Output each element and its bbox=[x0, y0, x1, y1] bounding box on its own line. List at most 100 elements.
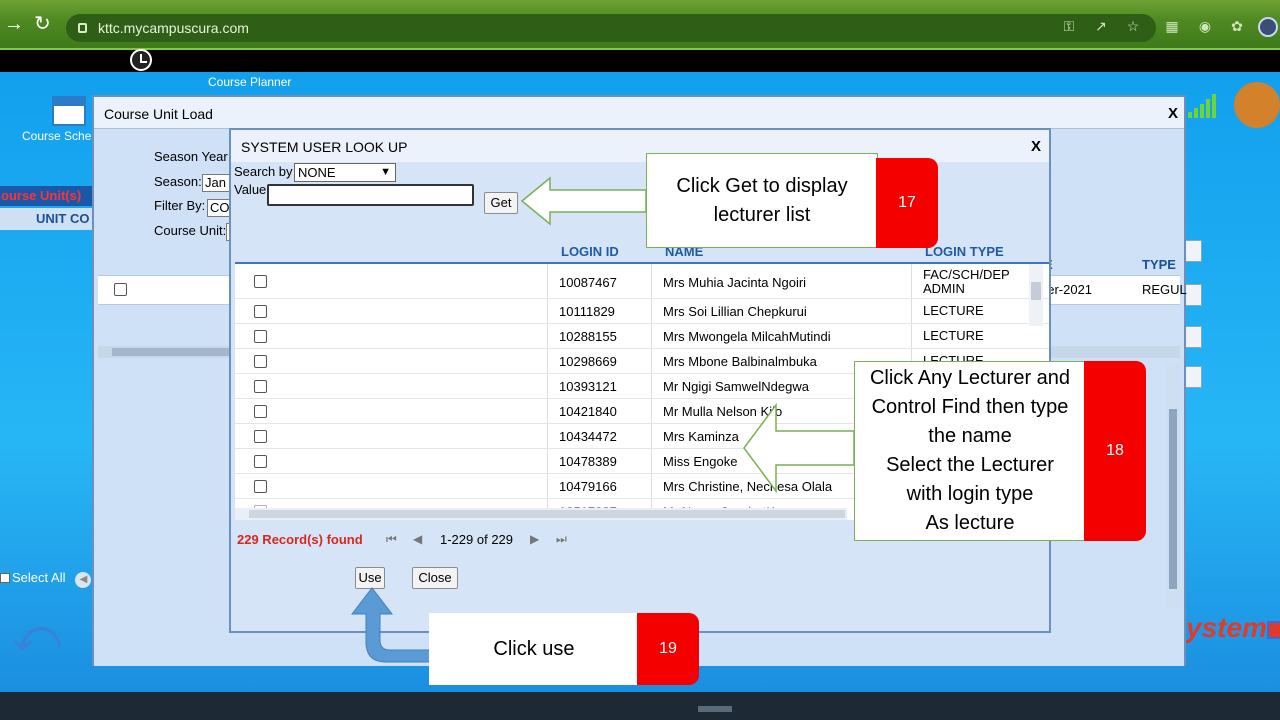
callout-18-line: Control Find then type bbox=[871, 396, 1069, 418]
row-checkbox[interactable] bbox=[254, 355, 267, 368]
login-type-cell: LECTURE bbox=[923, 328, 984, 343]
clock-icon[interactable] bbox=[130, 49, 152, 71]
course-unit-load-titlebar: Course Unit Load X bbox=[94, 97, 1184, 129]
course-unit-load-close-button[interactable]: X bbox=[1168, 105, 1178, 122]
arrow-left-icon bbox=[520, 176, 647, 226]
name-cell: Mrs Soi Lillian Chepkurui bbox=[663, 304, 807, 319]
step-badge-17: 17 bbox=[876, 158, 938, 248]
vertical-scrollbar[interactable] bbox=[1166, 363, 1180, 609]
login-type-line2: ADMIN bbox=[923, 281, 965, 296]
callout-step-19: Click use bbox=[429, 613, 639, 685]
row-checkbox[interactable] bbox=[254, 480, 267, 493]
season-label: Season: bbox=[154, 174, 202, 189]
row-type-cell: REGUL bbox=[1142, 282, 1187, 297]
login-id-cell: 10478389 bbox=[559, 454, 617, 469]
select-all-checkbox[interactable] bbox=[0, 573, 10, 583]
document-icon[interactable] bbox=[1184, 240, 1202, 262]
name-cell: Mrs Kaminza bbox=[663, 429, 739, 444]
callout-18-line: As lecture bbox=[925, 512, 1015, 534]
share-icon[interactable]: ↗ bbox=[1093, 18, 1109, 34]
name-cell: Mr Ngigi SamwelNdegwa bbox=[663, 379, 809, 394]
course-schedule-label[interactable]: Course Sche bbox=[22, 129, 91, 143]
browser-toolbar: → ↻ kttc.mycampuscura.com ⚿ ↗ ☆ ▦ ◉ ✿ bbox=[0, 0, 1280, 48]
table-row[interactable]: 10111829 Mrs Soi Lillian Chepkurui LECTU… bbox=[235, 299, 1049, 324]
login-id-cell: 10393121 bbox=[559, 379, 617, 394]
login-id-cell: 10298669 bbox=[559, 354, 617, 369]
reload-icon[interactable]: ↻ bbox=[34, 14, 51, 34]
chevron-down-icon: ▼ bbox=[380, 166, 391, 178]
prev-page-icon[interactable]: ◀ bbox=[413, 532, 422, 546]
name-cell: Miss Engoke bbox=[663, 454, 738, 469]
star-icon[interactable]: ☆ bbox=[1125, 18, 1141, 34]
first-page-icon[interactable]: ⏮ bbox=[386, 532, 397, 547]
login-id-cell: 10421840 bbox=[559, 404, 617, 419]
system-logo: ystem bbox=[1186, 612, 1280, 644]
column-header-type: TYPE bbox=[1142, 257, 1176, 272]
row-checkbox[interactable] bbox=[254, 430, 267, 443]
callout-17-line2: lecturer list bbox=[713, 204, 811, 226]
next-page-icon[interactable]: ▶ bbox=[530, 532, 539, 546]
season-select[interactable]: Jan bbox=[202, 174, 232, 192]
profile-avatar[interactable] bbox=[1258, 17, 1278, 37]
row-checkbox[interactable] bbox=[254, 305, 267, 318]
grid-horizontal-scrollbar[interactable] bbox=[235, 508, 847, 520]
address-bar[interactable]: kttc.mycampuscura.com bbox=[66, 14, 1156, 42]
lookup-close-icon[interactable]: X bbox=[1031, 138, 1041, 155]
page-range: 1-229 of 229 bbox=[440, 532, 514, 547]
name-cell: Mrs Mbone Balbinalmbuka bbox=[663, 354, 817, 369]
login-id-cell: 10087467 bbox=[559, 275, 617, 290]
row-checkbox[interactable] bbox=[254, 380, 267, 393]
column-header-login-type: LOGIN TYPE bbox=[925, 244, 1004, 259]
tab-search-icon[interactable]: ▦ bbox=[1164, 18, 1180, 34]
search-by-value: NONE bbox=[298, 165, 336, 180]
row-checkbox[interactable] bbox=[254, 330, 267, 343]
calendar-icon[interactable] bbox=[52, 96, 86, 126]
step-badge-19: 19 bbox=[637, 613, 699, 685]
select-all[interactable]: Select All ◀ bbox=[0, 570, 92, 588]
name-cell: Mrs Mwongela MilcahMutindi bbox=[663, 329, 831, 344]
search-by-label: Search by bbox=[234, 164, 293, 179]
back-arrow-icon[interactable]: ⤺ bbox=[12, 612, 61, 658]
row-checkbox[interactable] bbox=[114, 283, 127, 296]
login-id-cell: 10434472 bbox=[559, 429, 617, 444]
key-icon[interactable]: ⚿ bbox=[1061, 18, 1077, 34]
last-page-icon[interactable]: ⏭ bbox=[556, 532, 567, 547]
table-row[interactable]: 10087467 Mrs Muhia Jacinta Ngoiri FAC/SC… bbox=[235, 264, 1049, 299]
step-badge-18: 18 bbox=[1084, 361, 1146, 541]
callout-18-line: Select the Lecturer bbox=[886, 454, 1054, 476]
table-row[interactable]: 10288155 Mrs Mwongela MilcahMutindi LECT… bbox=[235, 324, 1049, 349]
course-planner-label[interactable]: Course Planner bbox=[208, 75, 291, 89]
search-by-select[interactable]: NONE ▼ bbox=[294, 163, 396, 182]
value-input[interactable] bbox=[267, 184, 474, 206]
callout-18-line: Click Any Lecturer and bbox=[869, 367, 1071, 389]
records-found: 229 Record(s) found bbox=[237, 532, 363, 547]
row-checkbox[interactable] bbox=[254, 275, 267, 288]
column-header-login-id: LOGIN ID bbox=[561, 244, 619, 259]
get-button[interactable]: Get bbox=[484, 192, 518, 214]
document-icon[interactable] bbox=[1184, 366, 1202, 388]
lookup-title: SYSTEM USER LOOK UP bbox=[241, 139, 408, 155]
login-type-cell: FAC/SCH/DEP ADMIN bbox=[923, 268, 1010, 296]
arrow-up-icon bbox=[350, 587, 431, 663]
course-unit-label: Course Unit: bbox=[154, 223, 227, 238]
row-checkbox[interactable] bbox=[254, 405, 267, 418]
course-units-tab[interactable]: ourse Unit(s) bbox=[0, 186, 92, 206]
extensions-icon[interactable]: ✿ bbox=[1229, 18, 1245, 34]
callout-step-18: Click Any Lecturer and Control Find then… bbox=[854, 361, 1086, 541]
taskbar bbox=[0, 692, 1280, 720]
signal-icon bbox=[1188, 94, 1222, 118]
login-type-cell: LECTURE bbox=[923, 303, 984, 318]
row-checkbox[interactable] bbox=[254, 455, 267, 468]
document-icon[interactable] bbox=[1184, 326, 1202, 348]
forward-icon[interactable]: → bbox=[4, 14, 24, 34]
value-label: Value bbox=[234, 182, 267, 197]
name-cell: Mrs Muhia Jacinta Ngoiri bbox=[663, 275, 807, 290]
callout-18-line: with login type bbox=[906, 483, 1034, 505]
select-all-label: Select All bbox=[12, 570, 66, 585]
lock-icon bbox=[78, 23, 87, 33]
login-type-line1: FAC/SCH/DEP bbox=[923, 267, 1010, 282]
camera-icon[interactable]: ◉ bbox=[1197, 18, 1213, 34]
grid-vertical-scrollbar[interactable] bbox=[1029, 264, 1043, 326]
course-unit-load-title: Course Unit Load bbox=[104, 106, 213, 122]
first-page-icon[interactable]: ◀ bbox=[75, 572, 92, 588]
